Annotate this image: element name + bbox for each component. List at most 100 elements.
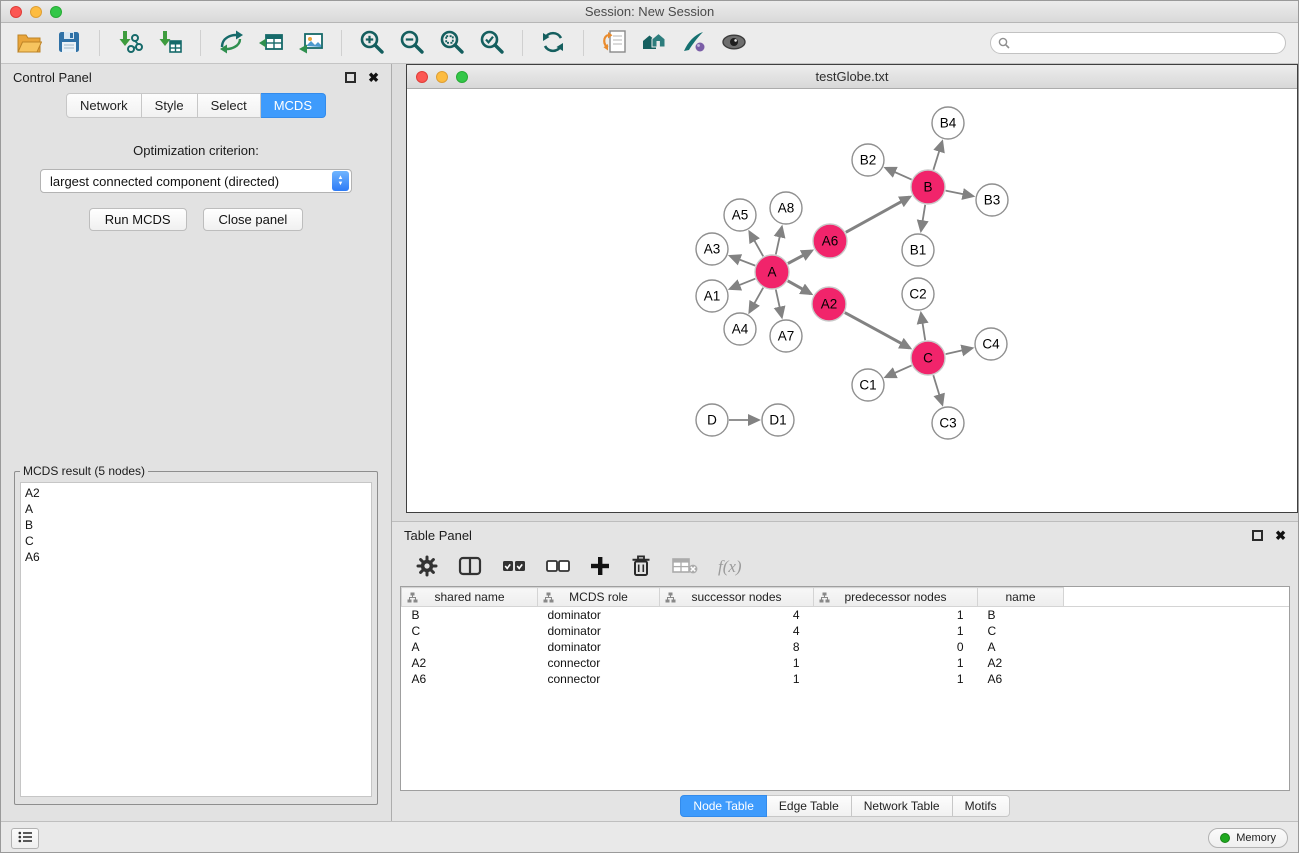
delete-table-button[interactable]: [672, 554, 698, 580]
minimize-window-button[interactable]: [30, 6, 42, 18]
network-edge-A-A6[interactable]: [788, 251, 812, 264]
network-node-C2[interactable]: C2: [902, 278, 934, 310]
memory-button[interactable]: Memory: [1208, 828, 1288, 848]
network-node-A4[interactable]: A4: [724, 313, 756, 345]
network-node-C4[interactable]: C4: [975, 328, 1007, 360]
zoom-window-button[interactable]: [50, 6, 62, 18]
column-visibility-button[interactable]: [458, 554, 482, 580]
zoom-in-button[interactable]: [354, 27, 390, 59]
home-button[interactable]: [636, 27, 672, 59]
tab-mcds[interactable]: MCDS: [261, 93, 326, 118]
tab-network[interactable]: Network: [66, 93, 142, 118]
table-cell[interactable]: 1: [814, 623, 978, 639]
close-control-panel-button[interactable]: ✖: [368, 71, 379, 84]
network-edge-C-C2[interactable]: [921, 314, 925, 340]
column-header-successor-nodes[interactable]: successor nodes: [660, 588, 814, 607]
network-node-A7[interactable]: A7: [770, 320, 802, 352]
criterion-dropdown[interactable]: largest connected component (directed) ▲…: [40, 169, 352, 193]
create-column-button[interactable]: [590, 554, 610, 580]
table-cell[interactable]: 0: [814, 639, 978, 655]
delete-column-button[interactable]: [630, 554, 652, 580]
table-row[interactable]: Bdominator41B: [402, 607, 1290, 623]
network-graph[interactable]: B4B2BB3A5A8A6A3B1AC2A1A2A4A7C4CC1C3DD1: [407, 89, 1297, 512]
save-session-button[interactable]: [51, 27, 87, 59]
table-cell[interactable]: A2: [978, 655, 1064, 671]
network-edge-A-A5[interactable]: [750, 232, 763, 256]
network-edge-B-B2[interactable]: [886, 168, 911, 179]
column-header-predecessor-nodes[interactable]: predecessor nodes: [814, 588, 978, 607]
table-cell[interactable]: 1: [814, 607, 978, 623]
export-image-button[interactable]: [293, 27, 329, 59]
table-settings-button[interactable]: [416, 554, 438, 580]
network-node-A5[interactable]: A5: [724, 199, 756, 231]
column-header-name[interactable]: name: [978, 588, 1064, 607]
network-edge-A2-C[interactable]: [845, 313, 910, 348]
refresh-view-button[interactable]: [535, 27, 571, 59]
network-node-A2[interactable]: A2: [812, 287, 846, 321]
network-window-titlebar[interactable]: testGlobe.txt: [407, 65, 1297, 89]
table-cell[interactable]: 8: [660, 639, 814, 655]
network-edge-A-A1[interactable]: [731, 279, 756, 289]
session-document-button[interactable]: [596, 27, 632, 59]
table-cell[interactable]: dominator: [538, 639, 660, 655]
close-table-panel-button[interactable]: ✖: [1275, 529, 1286, 542]
table-cell[interactable]: B: [978, 607, 1064, 623]
table-cell[interactable]: connector: [538, 671, 660, 687]
table-cell[interactable]: dominator: [538, 623, 660, 639]
network-edge-A-A3[interactable]: [731, 256, 756, 265]
network-canvas[interactable]: B4B2BB3A5A8A6A3B1AC2A1A2A4A7C4CC1C3DD1: [407, 89, 1297, 512]
table-row[interactable]: Adominator80A: [402, 639, 1290, 655]
node-table-container[interactable]: shared name MCDS role successor nodes pr…: [400, 586, 1290, 791]
close-panel-button[interactable]: Close panel: [203, 208, 304, 231]
float-panel-button[interactable]: [345, 72, 356, 83]
import-network-button[interactable]: [112, 27, 148, 59]
deselect-all-rows-button[interactable]: [546, 554, 570, 580]
table-cell[interactable]: 1: [814, 671, 978, 687]
network-node-A8[interactable]: A8: [770, 192, 802, 224]
network-edge-A-A7[interactable]: [776, 290, 782, 317]
table-row[interactable]: A2connector11A2: [402, 655, 1290, 671]
tab-select[interactable]: Select: [198, 93, 261, 118]
function-builder-button[interactable]: f(x): [718, 554, 742, 580]
table-cell[interactable]: C: [978, 623, 1064, 639]
table-cell[interactable]: A: [978, 639, 1064, 655]
export-network-button[interactable]: [213, 27, 249, 59]
network-edge-A-A4[interactable]: [750, 288, 763, 312]
table-row[interactable]: Cdominator41C: [402, 623, 1290, 639]
network-node-C[interactable]: C: [911, 341, 945, 375]
overview-list-button[interactable]: [11, 828, 39, 849]
run-mcds-button[interactable]: Run MCDS: [89, 208, 187, 231]
tab-style[interactable]: Style: [142, 93, 198, 118]
mcds-result-item[interactable]: A: [25, 501, 367, 517]
table-cell[interactable]: C: [402, 623, 538, 639]
tab-node-table[interactable]: Node Table: [680, 795, 767, 817]
network-node-B[interactable]: B: [911, 170, 945, 204]
network-node-A3[interactable]: A3: [696, 233, 728, 265]
network-node-A1[interactable]: A1: [696, 280, 728, 312]
table-cell[interactable]: 4: [660, 607, 814, 623]
search-input[interactable]: [990, 32, 1286, 54]
export-table-button[interactable]: [253, 27, 289, 59]
style-wand-button[interactable]: [676, 27, 712, 59]
table-cell[interactable]: 1: [660, 655, 814, 671]
network-edge-C-C4[interactable]: [946, 348, 972, 354]
table-cell[interactable]: A6: [402, 671, 538, 687]
network-node-C1[interactable]: C1: [852, 369, 884, 401]
select-all-rows-button[interactable]: [502, 554, 526, 580]
network-node-D[interactable]: D: [696, 404, 728, 436]
zoom-fit-button[interactable]: [474, 27, 510, 59]
zoom-network-window-button[interactable]: [456, 71, 468, 83]
open-file-button[interactable]: [11, 27, 47, 59]
network-edge-A-A8[interactable]: [776, 228, 782, 255]
import-table-button[interactable]: [152, 27, 188, 59]
table-cell[interactable]: A: [402, 639, 538, 655]
mcds-result-item[interactable]: A6: [25, 549, 367, 565]
mcds-result-item[interactable]: A2: [25, 485, 367, 501]
network-node-A[interactable]: A: [755, 255, 789, 289]
network-node-B4[interactable]: B4: [932, 107, 964, 139]
close-window-button[interactable]: [10, 6, 22, 18]
mcds-result-item[interactable]: C: [25, 533, 367, 549]
network-node-B2[interactable]: B2: [852, 144, 884, 176]
mcds-result-list[interactable]: A2ABCA6: [20, 482, 372, 797]
table-cell[interactable]: connector: [538, 655, 660, 671]
